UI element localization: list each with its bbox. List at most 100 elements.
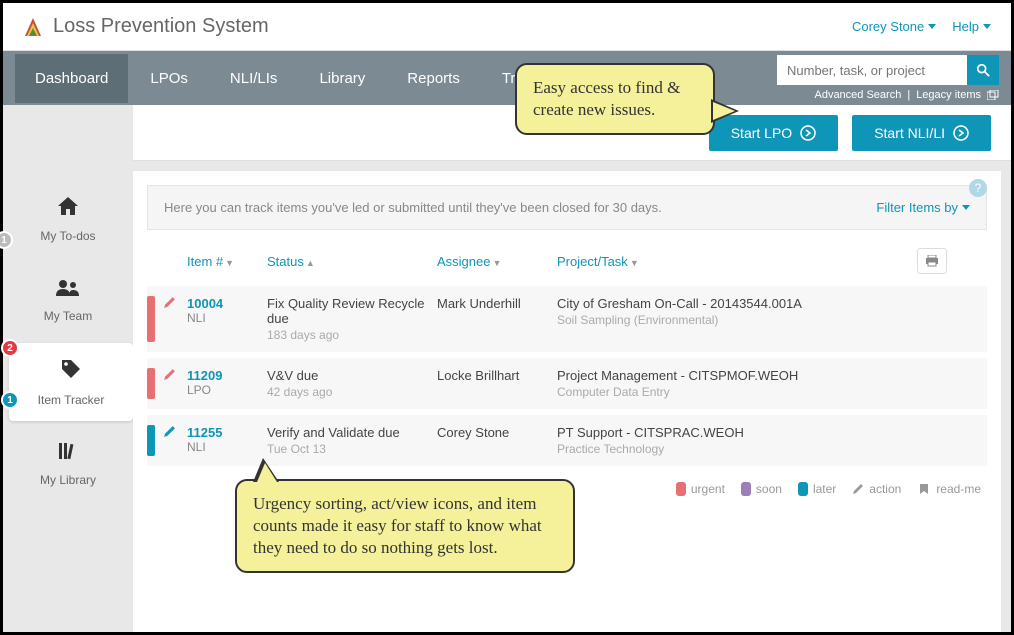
sidebar-item-team[interactable]: My Team [3,263,133,337]
navbar: Dashboard LPOs NLI/LIs Library Reports T… [3,51,1011,105]
nav-dashboard[interactable]: Dashboard [15,54,128,103]
sort-icon: ▼ [492,258,501,268]
logo-icon [23,17,43,37]
user-name: Corey Stone [852,19,924,34]
team-icon [13,277,123,303]
legend-urgent: urgent [676,482,725,496]
help-label: Help [952,19,979,34]
nav-library[interactable]: Library [299,54,385,103]
header-item[interactable]: Item #▼ [187,254,267,269]
chevron-down-icon [962,205,970,210]
user-menu[interactable]: Corey Stone [852,19,936,34]
header-assignee[interactable]: Assignee▼ [437,254,557,269]
project-task: Practice Technology [557,442,979,456]
readme-icon [917,483,931,495]
table-row[interactable]: 11209LPOV&V due 42 days agoLocke Brillhar… [147,358,987,409]
project-name: Project Management - CITSPMOF.WEOH [557,368,979,383]
urgency-bar [147,368,155,399]
badge: 2 [1,339,19,357]
item-number[interactable]: 11209 [187,368,267,383]
legend-later: later [798,482,836,496]
pencil-icon [852,483,864,495]
callout-text: Urgency sorting, act/view icons, and ite… [253,494,542,557]
search-button[interactable] [967,55,999,85]
sidebar-item-library[interactable]: My Library [3,427,133,501]
edit-icon[interactable] [163,296,187,312]
badge: 1 [1,391,19,409]
edit-icon[interactable] [163,368,187,384]
project-task: Soil Sampling (Environmental) [557,313,979,327]
legend-readme: read-me [917,482,981,496]
sidebar-item-label: My To-dos [13,229,123,243]
filter-items-dropdown[interactable]: Filter Items by [876,200,970,215]
advanced-search-link[interactable]: Advanced Search [814,89,901,101]
badge: 1 [0,231,13,249]
sidebar-item-label: Item Tracker [19,393,123,407]
home-icon [13,195,123,223]
annotation-callout: Urgency sorting, act/view icons, and ite… [235,479,575,573]
sidebar-item-tracker[interactable]: Item Tracker 2 1 [9,343,133,421]
sidebar-item-label: My Library [13,473,123,487]
tag-icon [19,357,123,387]
project-name: City of Gresham On-Call - 20143544.001A [557,296,979,311]
later-dot-icon [798,482,808,496]
item-number[interactable]: 11255 [187,425,267,440]
topbar: Loss Prevention System Corey Stone Help [3,3,1011,51]
arrow-circle-icon [800,125,816,141]
sidebar-item-label: My Team [13,309,123,323]
sort-icon: ▼ [225,258,234,268]
chevron-down-icon [983,24,991,29]
annotation-callout: Easy access to find & create new issues. [515,63,715,135]
status-date: 42 days ago [267,385,437,399]
search-icon [976,63,990,77]
library-icon [13,441,123,467]
filter-bar: Here you can track items you've led or s… [147,185,987,230]
help-icon[interactable]: ? [969,179,987,197]
app-logo: Loss Prevention System [23,15,269,38]
item-type: NLI [187,311,267,325]
search-input[interactable] [777,55,967,85]
assignee-name: Mark Underhill [437,296,557,311]
start-nli-button[interactable]: Start NLI/LI [852,115,991,151]
status-text: V&V due [267,368,437,383]
nav-reports[interactable]: Reports [387,54,480,103]
nav-nli[interactable]: NLI/LIs [210,54,298,103]
header-project[interactable]: Project/Task▼ [557,254,917,269]
help-menu[interactable]: Help [952,19,991,34]
legend-soon: soon [741,482,782,496]
start-lpo-label: Start LPO [731,125,792,141]
item-type: LPO [187,383,267,397]
external-link-icon [987,90,999,100]
urgency-bar [147,296,155,342]
nav-lpos[interactable]: LPOs [130,54,208,103]
start-nli-label: Start NLI/LI [874,125,945,141]
status-date: Tue Oct 13 [267,442,437,456]
item-number[interactable]: 10004 [187,296,267,311]
soon-dot-icon [741,482,751,496]
arrow-circle-icon [953,125,969,141]
header-status[interactable]: Status▲ [267,254,437,269]
urgent-dot-icon [676,482,686,496]
status-text: Verify and Validate due [267,425,437,440]
print-button[interactable] [917,248,947,274]
legacy-items-link[interactable]: Legacy items [916,89,981,101]
item-type: NLI [187,440,267,454]
sort-icon: ▼ [630,258,639,268]
status-date: 183 days ago [267,328,437,342]
chevron-down-icon [928,24,936,29]
status-text: Fix Quality Review Recycle due [267,296,437,326]
divider: | [907,89,910,101]
app-title: Loss Prevention System [53,15,269,38]
filter-label: Filter Items by [876,200,958,215]
callout-text: Easy access to find & create new issues. [533,78,680,119]
project-name: PT Support - CITSPRAC.WEOH [557,425,979,440]
table-headers: Item #▼ Status▲ Assignee▼ Project/Task▼ [147,242,987,280]
intro-text: Here you can track items you've led or s… [164,200,662,215]
sidebar-item-todos[interactable]: My To-dos 1 [3,181,133,257]
sidebar: My To-dos 1 My Team Item Tracker 2 1 My … [3,161,133,632]
project-task: Computer Data Entry [557,385,979,399]
assignee-name: Corey Stone [437,425,557,440]
table-row[interactable]: 10004NLIFix Quality Review Recycle due 18… [147,286,987,352]
assignee-name: Locke Brillhart [437,368,557,383]
edit-icon[interactable] [163,425,187,441]
